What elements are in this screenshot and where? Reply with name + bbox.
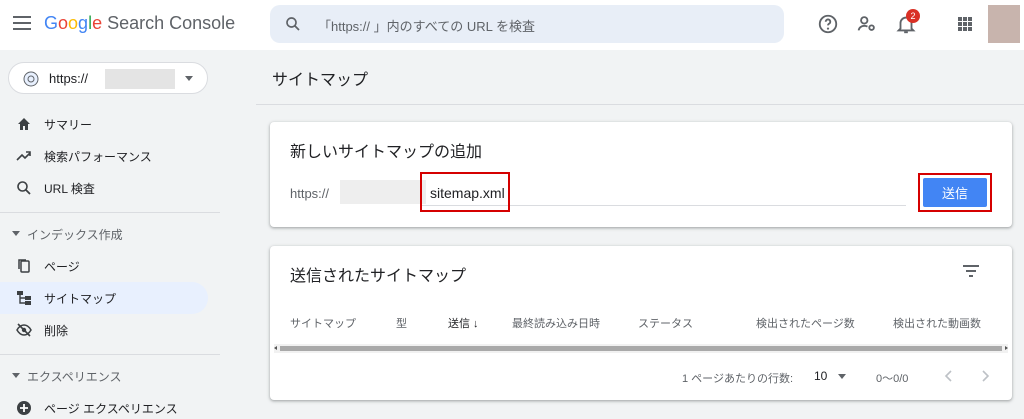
top-app-bar: Google Search Console 「https:// 」内のすべての … [0,0,1024,50]
removals-icon [16,323,32,337]
notification-badge: 2 [906,9,920,23]
next-page-icon[interactable] [976,367,994,385]
scroll-right-icon[interactable] [1005,346,1008,350]
url-inspection-search[interactable]: 「https:// 」内のすべての URL を検査 [270,5,784,43]
column-header-discovered-videos[interactable]: 検出された動画数 [893,315,981,331]
chevron-down-icon[interactable] [838,374,846,379]
sidebar-item-url-inspection[interactable]: URL 検査 [0,172,208,204]
sidebar-item-sitemaps[interactable]: サイトマップ [0,282,208,314]
section-experience[interactable]: エクスペリエンス [0,364,208,388]
submit-highlight-box: 送信 [918,173,992,212]
sidebar-item-page-experience[interactable]: ページ エクスペリエンス [0,392,208,419]
column-header-submitted[interactable]: 送信 ↓ [448,315,479,331]
sidebar-item-summary[interactable]: サマリー [0,108,208,140]
home-icon [18,118,30,130]
property-url-redacted [105,69,175,89]
pages-icon [18,259,30,273]
chevron-down-icon [185,76,193,81]
add-sitemap-card: 新しいサイトマップの追加 https:// 送信 [270,122,1012,227]
rows-per-page-label: 1 ページあたりの行数: [682,373,794,385]
pagination-range: 0〜0/0 [876,373,909,385]
divider [0,354,220,355]
manage-users-icon[interactable] [856,13,878,35]
card-title: 送信されたサイトマップ [290,268,467,285]
sidebar-item-removals[interactable]: 削除 [0,314,208,346]
search-icon [17,181,31,195]
submitted-sitemaps-card: 送信されたサイトマップ サイトマップ 型 送信 ↓ 最終読み込み日時 ステータス… [270,246,1012,400]
property-selector[interactable]: https:// [8,62,208,94]
page-experience-icon [17,401,31,415]
chevron-down-icon [12,373,20,378]
divider [256,104,1024,105]
help-icon[interactable] [817,13,839,35]
search-placeholder: 「https:// 」内のすべての URL を検査 [318,19,535,34]
previous-page-icon[interactable] [940,367,958,385]
column-header-type[interactable]: 型 [396,315,407,331]
column-header-status[interactable]: ステータス [638,315,693,331]
google-apps-icon[interactable] [958,17,972,31]
property-url: https:// [49,71,89,86]
card-title: 新しいサイトマップの追加 [290,144,483,161]
sidebar-item-performance[interactable]: 検索パフォーマンス [0,140,208,172]
divider [0,212,220,213]
column-header-sitemap[interactable]: サイトマップ [290,315,356,331]
section-indexing[interactable]: インデックス作成 [0,222,208,246]
column-header-discovered-pages[interactable]: 検出されたページ数 [756,315,855,331]
filter-icon[interactable] [963,265,979,277]
sitemap-url-input[interactable] [422,180,906,206]
globe-icon [23,71,39,87]
scroll-left-icon[interactable] [274,346,277,350]
main-menu-icon[interactable] [12,14,32,32]
search-icon [286,17,300,31]
horizontal-scrollbar[interactable] [274,344,1008,353]
trending-up-icon [16,151,31,161]
page-title: サイトマップ [272,72,369,89]
column-header-last-read[interactable]: 最終読み込み日時 [512,315,600,331]
sitemap-icon [17,291,31,305]
chevron-down-icon [12,231,20,236]
account-avatar[interactable] [988,5,1020,43]
sitemap-url-prefix: https:// [290,186,330,201]
sidebar-item-pages[interactable]: ページ [0,250,208,282]
scrollbar-thumb[interactable] [280,346,1002,351]
rows-per-page-select[interactable]: 10 [814,369,827,383]
url-prefix-redacted [340,180,426,204]
product-logo[interactable]: Google Search Console [44,13,235,34]
sidebar: https:// サマリー 検索パフォーマンス URL 検査 インデックス作成 … [0,50,220,419]
submit-button[interactable]: 送信 [923,178,987,207]
